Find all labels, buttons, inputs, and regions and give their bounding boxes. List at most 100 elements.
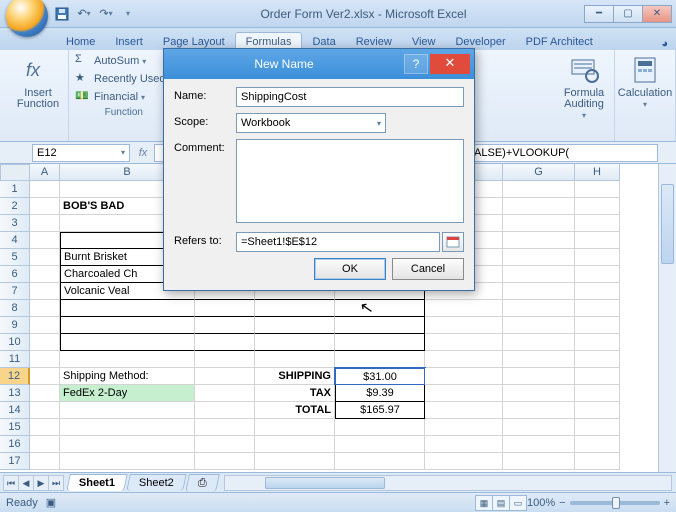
view-buttons[interactable]: ▦▤▭ <box>476 495 527 511</box>
vertical-scrollbar[interactable] <box>658 164 676 472</box>
cell[interactable] <box>425 419 503 436</box>
calculation-button[interactable]: Calculation ▾ <box>621 52 669 112</box>
cancel-button[interactable]: Cancel <box>392 258 464 280</box>
cell[interactable] <box>503 317 575 334</box>
cell[interactable] <box>503 249 575 266</box>
cell[interactable] <box>575 215 620 232</box>
cell[interactable] <box>575 368 620 385</box>
cell[interactable] <box>255 419 335 436</box>
cell[interactable] <box>30 266 60 283</box>
cell[interactable] <box>195 368 255 385</box>
dialog-titlebar[interactable]: New Name ? ✕ <box>164 49 474 79</box>
cell[interactable] <box>503 283 575 300</box>
cell[interactable] <box>503 266 575 283</box>
row-header-3[interactable]: 3 <box>0 215 30 232</box>
cell[interactable] <box>255 317 335 334</box>
sheet-tab-new[interactable]: ⎙ <box>185 474 220 492</box>
cell[interactable] <box>30 419 60 436</box>
ok-button[interactable]: OK <box>314 258 386 280</box>
cell[interactable]: $31.00 <box>335 368 425 385</box>
row-header-10[interactable]: 10 <box>0 334 30 351</box>
cell[interactable] <box>503 215 575 232</box>
save-icon[interactable] <box>52 4 72 24</box>
cell[interactable] <box>575 249 620 266</box>
tab-nav-last[interactable]: ⏭ <box>48 475 64 491</box>
cell[interactable] <box>30 368 60 385</box>
cell[interactable] <box>30 317 60 334</box>
cell[interactable]: TAX <box>255 385 335 402</box>
cell[interactable] <box>195 351 255 368</box>
cell[interactable] <box>30 385 60 402</box>
sheet-tab-sheet2[interactable]: Sheet2 <box>126 474 186 491</box>
name-box[interactable]: E12▾ <box>32 144 130 162</box>
cell[interactable] <box>503 419 575 436</box>
cell[interactable] <box>575 181 620 198</box>
cell[interactable] <box>503 453 575 470</box>
cell[interactable] <box>30 402 60 419</box>
cell[interactable] <box>575 232 620 249</box>
cell[interactable]: FedEx 2-Day <box>60 385 195 402</box>
row-header-1[interactable]: 1 <box>0 181 30 198</box>
cell[interactable] <box>60 402 195 419</box>
cell[interactable] <box>30 453 60 470</box>
cell[interactable] <box>60 300 195 317</box>
ribbon-help-icon[interactable]: ◕ <box>661 38 676 50</box>
range-picker-button[interactable] <box>442 232 464 252</box>
cell[interactable] <box>60 436 195 453</box>
row-header-15[interactable]: 15 <box>0 419 30 436</box>
cell[interactable] <box>425 351 503 368</box>
cell[interactable] <box>503 300 575 317</box>
cell[interactable] <box>195 402 255 419</box>
cell[interactable] <box>425 334 503 351</box>
cell[interactable] <box>575 198 620 215</box>
cell[interactable]: SHIPPING <box>255 368 335 385</box>
redo-icon[interactable]: ↷▾ <box>96 4 116 24</box>
row-header-14[interactable]: 14 <box>0 402 30 419</box>
zoom-out-button[interactable]: − <box>559 497 565 509</box>
tab-nav-prev[interactable]: ◀ <box>18 475 34 491</box>
cell[interactable] <box>195 385 255 402</box>
cell[interactable] <box>575 334 620 351</box>
undo-icon[interactable]: ↶▾ <box>74 4 94 24</box>
cell[interactable] <box>575 385 620 402</box>
row-header-9[interactable]: 9 <box>0 317 30 334</box>
tab-pdf-architect[interactable]: PDF Architect <box>516 33 603 50</box>
cell[interactable] <box>60 351 195 368</box>
cell[interactable] <box>575 436 620 453</box>
cell[interactable] <box>195 419 255 436</box>
cell[interactable] <box>503 232 575 249</box>
cell[interactable] <box>335 453 425 470</box>
dialog-close-button[interactable]: ✕ <box>430 54 470 74</box>
name-input[interactable] <box>236 87 464 107</box>
cell[interactable] <box>30 249 60 266</box>
cell[interactable] <box>503 402 575 419</box>
cell[interactable] <box>425 300 503 317</box>
cell[interactable] <box>60 317 195 334</box>
formula-auditing-button[interactable]: Formula Auditing ▾ <box>560 52 608 123</box>
cell[interactable] <box>195 436 255 453</box>
scope-select[interactable]: Workbook▾ <box>236 113 386 133</box>
cell[interactable] <box>503 436 575 453</box>
cell[interactable] <box>30 436 60 453</box>
row-header-13[interactable]: 13 <box>0 385 30 402</box>
qat-customize-icon[interactable]: ▾ <box>118 4 138 24</box>
recently-used-button[interactable]: ★Recently Used ▾ <box>75 70 173 88</box>
row-header-12[interactable]: 12 <box>0 368 30 385</box>
cell[interactable] <box>30 232 60 249</box>
tab-nav-first[interactable]: ⏮ <box>3 475 19 491</box>
cell[interactable] <box>425 368 503 385</box>
col-header-h[interactable]: H <box>575 164 620 181</box>
cell[interactable] <box>575 351 620 368</box>
cell[interactable] <box>255 300 335 317</box>
cell[interactable] <box>195 317 255 334</box>
dialog-help-button[interactable]: ? <box>404 54 428 74</box>
cell[interactable] <box>503 198 575 215</box>
cell[interactable] <box>335 300 425 317</box>
cell[interactable] <box>503 181 575 198</box>
row-header-2[interactable]: 2 <box>0 198 30 215</box>
col-header-a[interactable]: A <box>30 164 60 181</box>
cell[interactable] <box>30 283 60 300</box>
cell[interactable] <box>503 334 575 351</box>
cell[interactable] <box>60 419 195 436</box>
minimize-button[interactable]: ━ <box>584 5 614 23</box>
